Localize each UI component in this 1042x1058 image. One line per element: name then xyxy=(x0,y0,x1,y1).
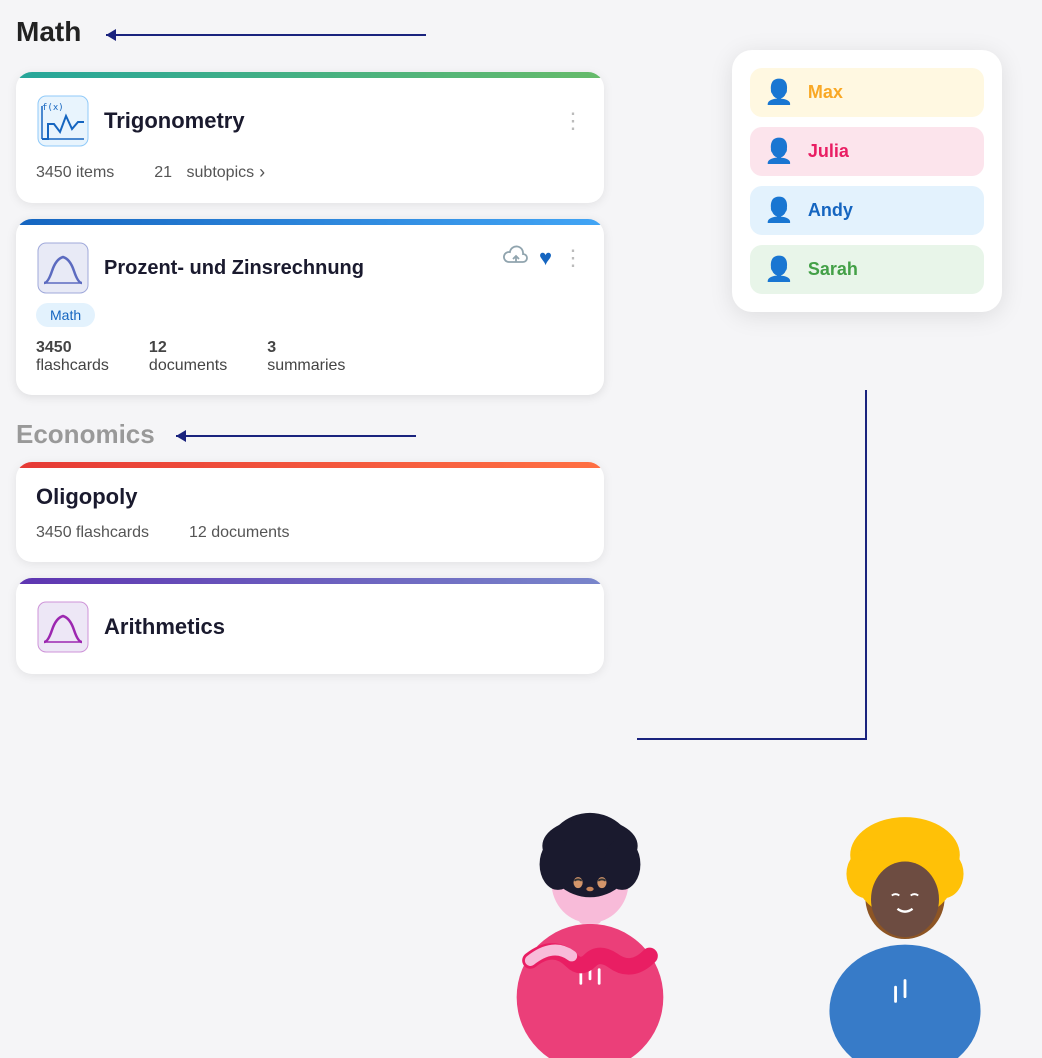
sarah-name: Sarah xyxy=(808,259,858,280)
economics-header: Economics xyxy=(16,419,604,450)
trig-subtopics[interactable]: 21 subtopics › xyxy=(154,162,265,183)
math-arrow-head xyxy=(106,29,116,41)
trig-items: 3450 items xyxy=(36,164,114,182)
economics-arrow-head xyxy=(176,430,186,442)
prozent-actions: ♥ ⋮ xyxy=(503,245,584,271)
prozent-card: Prozent- und Zinsrechnung ♥ ⋮ xyxy=(16,219,604,395)
oligopoly-bar xyxy=(16,462,604,468)
trig-title: Trigonometry xyxy=(104,108,245,134)
math-tag: Math xyxy=(36,303,95,327)
andy-avatar-icon: 👤 xyxy=(764,196,794,225)
trig-header: f(x) Trigonometry ⋮ xyxy=(36,94,584,148)
prozent-header: Prozent- und Zinsrechnung ♥ ⋮ xyxy=(36,241,584,295)
economics-arrow xyxy=(176,435,416,437)
trig-bar xyxy=(16,72,604,78)
person2-illustration xyxy=(790,718,1020,1058)
prozent-icon xyxy=(36,241,90,295)
prozent-more-btn[interactable]: ⋮ xyxy=(562,245,584,271)
math-section: Math f(x) xyxy=(16,16,604,395)
prozent-stats: 3450 flashcards 12 documents 3 summaries xyxy=(36,339,584,375)
trig-more-btn[interactable]: ⋮ xyxy=(562,108,584,134)
max-name: Max xyxy=(808,82,843,103)
trig-stats: 3450 items 21 subtopics › xyxy=(36,162,584,183)
math-title: Math xyxy=(16,16,81,48)
trig-icon: f(x) xyxy=(36,94,90,148)
oligopoly-documents: 12 documents xyxy=(189,524,290,542)
prozent-documents: 12 documents xyxy=(149,339,227,375)
users-panel: 👤 Max 👤 Julia 👤 Andy 👤 Sarah xyxy=(732,50,1002,312)
trig-title-row: f(x) Trigonometry xyxy=(36,94,245,148)
cloud-btn[interactable] xyxy=(503,245,529,271)
math-arrow xyxy=(106,34,426,36)
oligopoly-card: Oligopoly 3450 flashcards 12 documents xyxy=(16,462,604,562)
julia-avatar-icon: 👤 xyxy=(764,137,794,166)
andy-name: Andy xyxy=(808,200,853,221)
user-sarah[interactable]: 👤 Sarah xyxy=(750,245,984,294)
arithmetics-bar xyxy=(16,578,604,584)
julia-name: Julia xyxy=(808,141,849,162)
vertical-connector xyxy=(865,390,867,740)
trigonometry-card: f(x) Trigonometry ⋮ 3450 items 21 sub xyxy=(16,72,604,203)
arithmetics-title-row: Arithmetics xyxy=(36,600,584,654)
oligopoly-flashcards: 3450 flashcards xyxy=(36,524,149,542)
user-julia[interactable]: 👤 Julia xyxy=(750,127,984,176)
prozent-title: Prozent- und Zinsrechnung xyxy=(104,255,364,281)
illustration-container xyxy=(420,678,1040,1058)
prozent-flashcards: 3450 flashcards xyxy=(36,339,109,375)
user-andy[interactable]: 👤 Andy xyxy=(750,186,984,235)
sarah-avatar-icon: 👤 xyxy=(764,255,794,284)
max-avatar-icon: 👤 xyxy=(764,78,794,107)
prozent-summaries: 3 summaries xyxy=(267,339,345,375)
oligopoly-stats: 3450 flashcards 12 documents xyxy=(36,524,584,542)
user-max[interactable]: 👤 Max xyxy=(750,68,984,117)
arithmetics-title: Arithmetics xyxy=(104,614,225,640)
arithmetics-icon xyxy=(36,600,90,654)
prozent-title-row: Prozent- und Zinsrechnung xyxy=(36,241,364,295)
prozent-tag-row: Math xyxy=(36,307,584,325)
arithmetics-card: Arithmetics xyxy=(16,578,604,674)
economics-title: Economics xyxy=(16,419,155,450)
horizontal-connector xyxy=(637,738,867,740)
person1-illustration xyxy=(480,698,700,1058)
main-container: Math f(x) xyxy=(0,0,1042,1058)
subtopics-chevron: › xyxy=(259,162,265,183)
oligopoly-title: Oligopoly xyxy=(36,484,584,510)
economics-section: Economics Oligopoly 3450 flashcards 12 d… xyxy=(16,419,604,674)
svg-text:f(x): f(x) xyxy=(42,103,64,113)
prozent-bar xyxy=(16,219,604,225)
heart-btn[interactable]: ♥ xyxy=(539,245,552,271)
